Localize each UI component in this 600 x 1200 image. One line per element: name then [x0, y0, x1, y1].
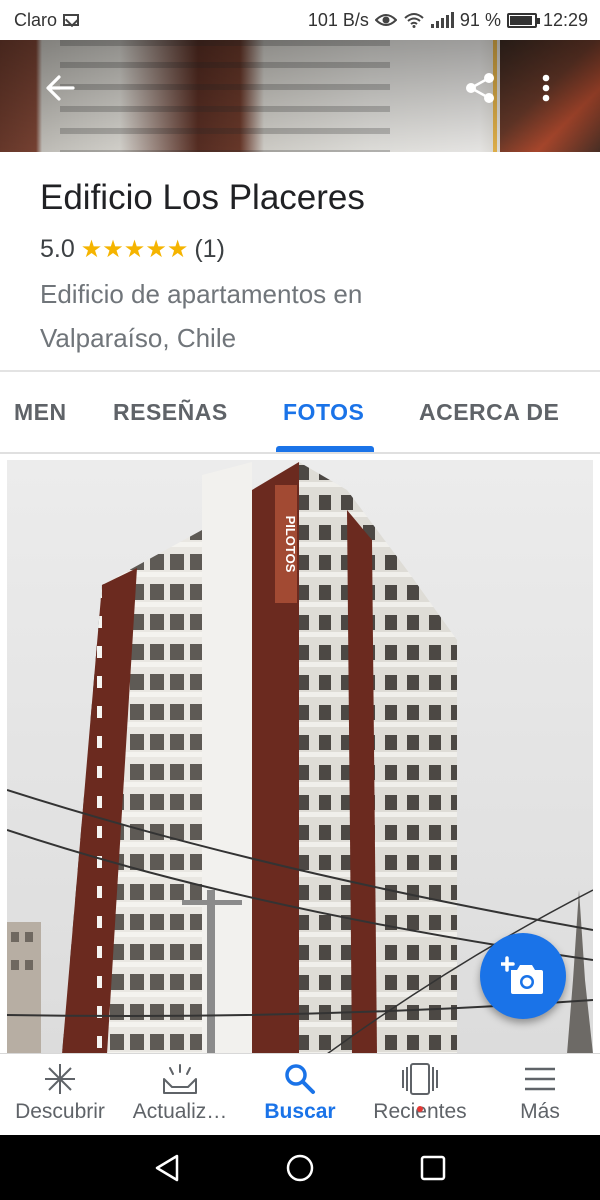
system-overview-button[interactable]: [403, 1138, 463, 1198]
search-icon: [285, 1064, 315, 1094]
nav-buscar[interactable]: Buscar: [240, 1054, 360, 1135]
nav-label: Actualiz…: [132, 1100, 228, 1123]
nav-label: Recientes: [373, 1100, 466, 1124]
status-right: 101 B/s 91 % 12:29: [308, 10, 588, 31]
system-navigation-bar: [0, 1135, 600, 1200]
network-speed: 101 B/s: [307, 9, 369, 30]
add-photo-button[interactable]: [480, 933, 566, 1019]
share-button[interactable]: [460, 68, 500, 108]
signal-icon: [430, 12, 454, 28]
rating-row[interactable]: 5.0 ★★★★★ (1): [40, 234, 560, 264]
tab-summary[interactable]: MEN: [14, 372, 67, 452]
recents-icon: [402, 1063, 438, 1095]
nav-descubrir[interactable]: Descubrir: [0, 1054, 120, 1135]
system-home-button[interactable]: [270, 1138, 330, 1198]
battery-icon: [506, 12, 540, 28]
tab-photos[interactable]: FOTOS: [283, 372, 364, 452]
rating-value: 5.0: [40, 234, 75, 263]
mail-icon: [63, 14, 80, 26]
place-title: Edificio Los Placeres: [40, 178, 365, 217]
battery-percent: 91 %: [459, 9, 501, 30]
tab-bar: MEN RESEÑAS FOTOS ACERCA DE: [0, 372, 600, 454]
star-rating-icon: ★★★★★: [80, 235, 189, 263]
more-options-button[interactable]: [528, 68, 564, 108]
add-photo-icon: [501, 956, 543, 994]
place-info: Edificio Los Placeres 5.0 ★★★★★ (1) Edif…: [0, 152, 600, 370]
clock: 12:29: [542, 9, 588, 30]
bottom-navigation: Descubrir Actualiz… Buscar Rec: [0, 1053, 600, 1135]
more-vert-icon: [542, 74, 550, 102]
back-button[interactable]: [40, 68, 80, 108]
carrier-label: Claro: [14, 9, 58, 30]
tab-reviews[interactable]: RESEÑAS: [113, 372, 228, 452]
status-left: Claro: [14, 9, 80, 31]
header-photo-strip[interactable]: [0, 40, 600, 152]
eye-icon: [374, 14, 397, 26]
nav-label: Descubrir: [15, 1100, 105, 1123]
review-count: (1): [194, 234, 225, 263]
building-sign-text: PILOTOS: [283, 516, 298, 573]
nav-actualizaciones[interactable]: Actualiz…: [120, 1054, 240, 1135]
system-back-button[interactable]: [137, 1138, 197, 1198]
sparkle-icon: [45, 1064, 75, 1094]
nav-recientes[interactable]: Recientes: [360, 1054, 480, 1135]
back-triangle-icon: [155, 1154, 178, 1181]
active-tab-indicator: [276, 446, 374, 452]
inbox-updates-icon: [163, 1064, 197, 1094]
header-shade: [0, 40, 600, 152]
tab-about[interactable]: ACERCA DE: [419, 372, 559, 452]
nav-label: Buscar: [264, 1100, 336, 1123]
share-icon: [466, 73, 494, 103]
nav-label: Más: [520, 1100, 560, 1123]
status-bar: Claro 101 B/s 91 % 12:29: [0, 0, 600, 40]
wifi-icon: [404, 13, 424, 28]
arrow-left-icon: [46, 75, 75, 101]
place-category: Edificio de apartamentos en Valparaíso, …: [40, 279, 363, 353]
home-circle-icon: [286, 1154, 314, 1181]
nav-mas[interactable]: Más: [480, 1054, 600, 1135]
menu-icon: [525, 1067, 555, 1091]
notification-dot: [417, 1106, 423, 1112]
overview-square-icon: [421, 1155, 446, 1180]
